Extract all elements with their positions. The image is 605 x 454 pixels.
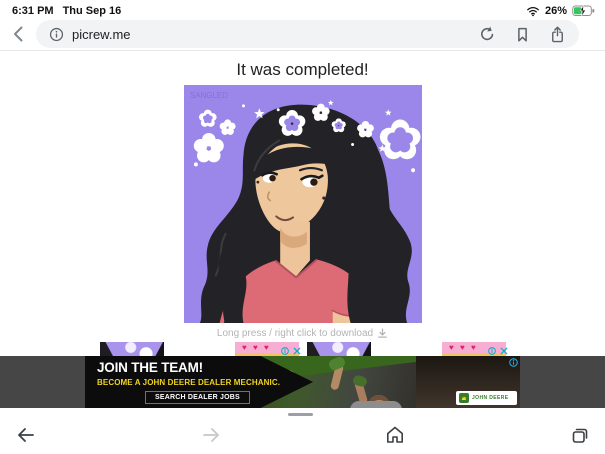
download-hint: Long press / right click to download — [0, 328, 605, 339]
deere-brand-text: JOHN DEERE — [472, 395, 509, 401]
page-title: It was completed! — [0, 60, 605, 80]
avatar-watermark: SANGLED — [189, 91, 227, 100]
ad-band: JOIN THE TEAM! BECOME A JOHN DEERE DEALE… — [0, 356, 605, 408]
url-text: picrew.me — [72, 27, 131, 42]
tabs-icon[interactable] — [569, 424, 591, 446]
bookmark-icon[interactable] — [513, 25, 532, 44]
info-icon[interactable] — [48, 26, 65, 43]
search-dealer-jobs-button[interactable]: SEARCH DEALER JOBS — [145, 391, 250, 404]
back-icon[interactable] — [8, 23, 30, 45]
reload-icon[interactable] — [478, 25, 497, 44]
ad-thumbnail[interactable] — [100, 342, 164, 356]
status-date: Thu Sep 16 — [63, 5, 122, 17]
wifi-icon — [526, 5, 540, 17]
bottom-navigation — [0, 419, 605, 454]
battery-percent: 26% — [545, 5, 567, 17]
download-icon — [377, 328, 388, 339]
ad-info-icon[interactable] — [509, 358, 518, 367]
adchoices-info-icon[interactable] — [281, 347, 289, 355]
url-bar[interactable]: picrew.me — [36, 20, 579, 48]
status-bar: 6:31 PM Thu Sep 16 26% — [0, 0, 605, 20]
ad-thumbnail[interactable] — [168, 342, 232, 356]
adchoices-info-icon[interactable] — [488, 347, 496, 355]
john-deere-logo: JOHN DEERE — [456, 391, 517, 405]
nav-forward-icon[interactable] — [200, 424, 222, 446]
nav-back-icon[interactable] — [15, 424, 37, 446]
browser-toolbar: picrew.me — [0, 20, 605, 50]
ad-subheadline: BECOME A JOHN DEERE DEALER MECHANIC. — [97, 378, 313, 387]
avatar-image[interactable]: SANGLED — [184, 85, 422, 323]
home-icon[interactable] — [384, 424, 406, 446]
adchoices-close-icon[interactable] — [500, 347, 508, 355]
toolbar-divider — [0, 50, 605, 51]
ad-thumbnail[interactable] — [375, 342, 439, 356]
screen: 6:31 PM Thu Sep 16 26% — [0, 0, 605, 454]
john-deere-ad-banner[interactable]: JOIN THE TEAM! BECOME A JOHN DEERE DEALE… — [85, 356, 520, 408]
drag-handle — [288, 413, 313, 416]
status-time: 6:31 PM — [12, 5, 54, 17]
share-icon[interactable] — [548, 25, 567, 44]
adchoices-close-icon[interactable] — [293, 347, 301, 355]
deere-logo-icon — [459, 393, 469, 403]
ad-thumbnails-strip — [0, 340, 605, 356]
battery-icon — [572, 5, 595, 17]
download-hint-text: Long press / right click to download — [217, 328, 373, 339]
ad-thumbnail[interactable] — [307, 342, 371, 356]
